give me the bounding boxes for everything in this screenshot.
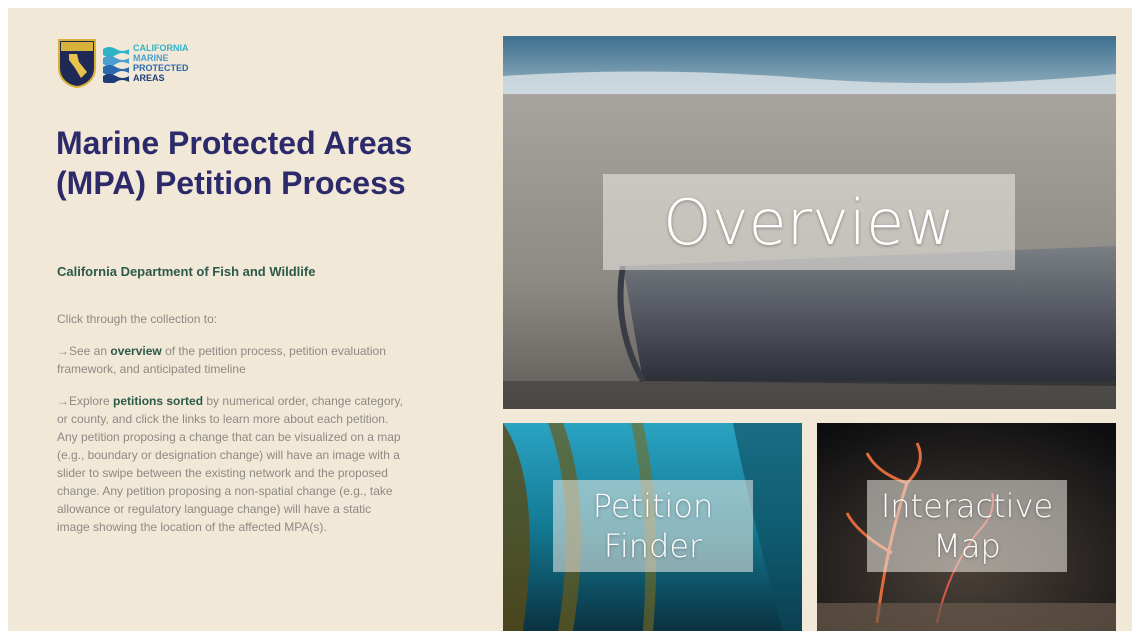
intro-paragraph: Click through the collection to:	[57, 312, 218, 326]
cdfw-badge-icon	[58, 39, 96, 88]
waves-icon	[103, 47, 129, 83]
page-title: Marine Protected Areas (MPA) Petition Pr…	[56, 125, 413, 201]
overview-tile[interactable]: Overview	[503, 36, 1116, 409]
page-subtitle: California Department of Fish and Wildli…	[57, 264, 316, 279]
petitions-paragraph: →Explore petitions sorted by numerical o…	[57, 392, 407, 536]
wordmark-text: CALIFORNIA MARINE PROTECTED AREAS	[133, 43, 189, 83]
overview-label: Overview	[603, 174, 1015, 270]
text-span: by numerical order, change category, or …	[57, 394, 403, 534]
interactive-map-label: Interactive Map	[867, 480, 1067, 572]
mpa-wordmark: CALIFORNIA MARINE PROTECTED AREAS	[103, 43, 189, 83]
text-span: →See an	[57, 344, 111, 358]
wordmark-line: CALIFORNIA	[133, 43, 189, 53]
logo: CALIFORNIA MARINE PROTECTED AREAS	[57, 38, 189, 88]
bold-keyword: petitions sorted	[113, 394, 204, 408]
wordmark-line: MARINE	[133, 53, 169, 63]
interactive-map-tile[interactable]: Interactive Map	[817, 423, 1116, 631]
bold-keyword: overview	[110, 344, 162, 358]
petition-finder-tile[interactable]: Petition Finder	[503, 423, 802, 631]
wordmark-line: PROTECTED	[133, 63, 189, 73]
petition-finder-label: Petition Finder	[553, 480, 753, 572]
intro-text: Click through the collection to: →See an…	[57, 310, 407, 550]
story-page: CALIFORNIA MARINE PROTECTED AREAS Marine…	[8, 8, 1132, 631]
overview-paragraph: →See an overview of the petition process…	[57, 342, 407, 378]
wordmark-line: AREAS	[133, 73, 165, 83]
text-span: →Explore	[57, 394, 114, 408]
